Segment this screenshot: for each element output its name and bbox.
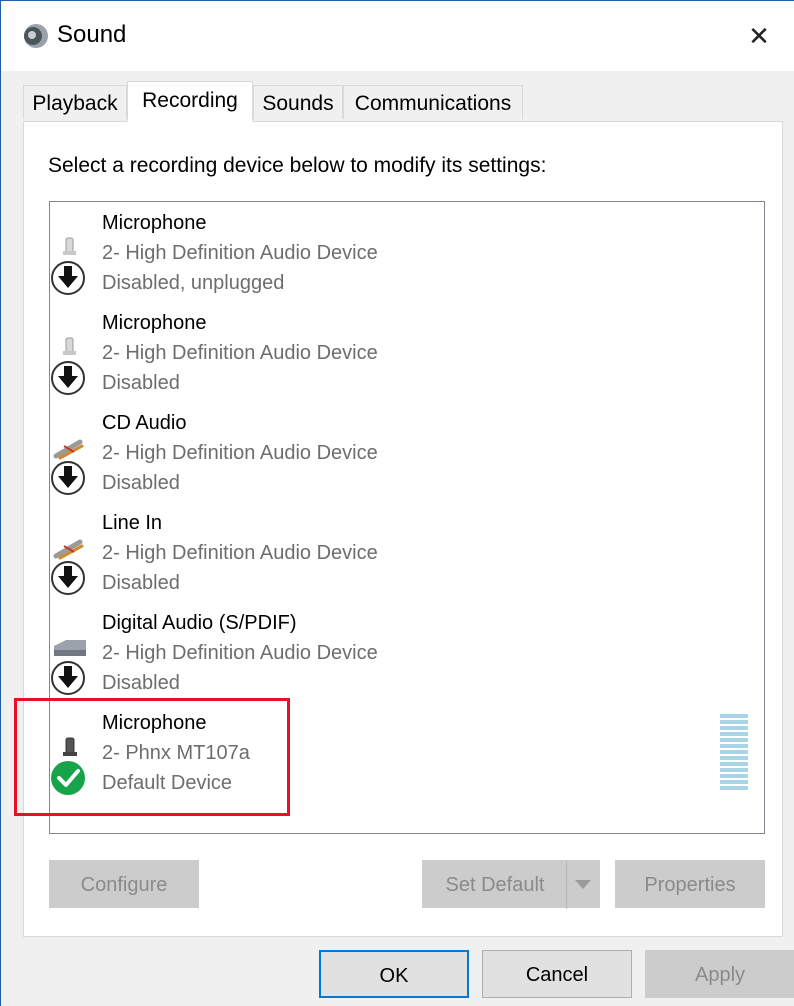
apply-button[interactable]: Apply — [645, 950, 794, 998]
device-item[interactable]: Microphone 2- High Definition Audio Devi… — [50, 302, 764, 402]
tab-communications[interactable]: Communications — [343, 85, 523, 119]
device-driver: 2- High Definition Audio Device — [102, 642, 378, 664]
close-icon: ✕ — [748, 20, 770, 51]
device-name: Digital Audio (S/PDIF) — [102, 612, 297, 634]
dropdown-arrow-icon[interactable] — [566, 861, 599, 909]
disabled-arrow-icon — [51, 561, 85, 595]
microphone-icon — [51, 237, 85, 295]
tab-sounds[interactable]: Sounds — [253, 85, 343, 119]
device-item[interactable]: Digital Audio (S/PDIF) 2- High Definitio… — [50, 602, 764, 702]
window-title: Sound — [57, 21, 127, 48]
device-driver: 2- High Definition Audio Device — [102, 242, 378, 264]
sound-dialog: Sound ✕ Playback Recording Sounds Commun… — [0, 0, 794, 1006]
properties-button[interactable]: Properties — [615, 860, 765, 908]
device-item[interactable]: Line In 2- High Definition Audio Device … — [50, 502, 764, 602]
device-driver: 2- High Definition Audio Device — [102, 542, 378, 564]
digital-port-icon — [51, 640, 86, 695]
device-driver: 2- High Definition Audio Device — [102, 442, 378, 464]
ok-button[interactable]: OK — [319, 950, 469, 998]
device-status: Disabled — [102, 572, 180, 594]
disabled-arrow-icon — [51, 461, 85, 495]
device-status: Disabled — [102, 672, 180, 694]
disabled-arrow-icon — [51, 661, 85, 695]
set-default-button[interactable]: Set Default — [422, 860, 600, 909]
device-name: CD Audio — [102, 412, 187, 434]
microphone-icon — [51, 337, 85, 395]
instruction-text: Select a recording device below to modif… — [48, 154, 547, 177]
title-bar: Sound ✕ — [1, 1, 794, 71]
cable-plug-icon — [51, 539, 85, 595]
device-name: Microphone — [102, 212, 207, 234]
device-item[interactable]: Microphone 2- High Definition Audio Devi… — [50, 202, 764, 302]
disabled-arrow-icon — [51, 361, 85, 395]
tab-playback[interactable]: Playback — [23, 85, 127, 119]
device-driver: 2- High Definition Audio Device — [102, 342, 378, 364]
configure-button[interactable]: Configure — [49, 860, 199, 908]
device-name: Microphone — [102, 312, 207, 334]
highlight-box — [14, 698, 290, 816]
cable-plug-icon — [51, 439, 85, 495]
disabled-arrow-icon — [51, 261, 85, 295]
tab-strip: Playback Recording Sounds Communications — [23, 81, 783, 122]
set-default-label: Set Default — [445, 874, 545, 896]
speaker-icon — [24, 24, 48, 48]
device-status: Disabled — [102, 372, 180, 394]
level-meter — [720, 714, 748, 790]
cancel-button[interactable]: Cancel — [482, 950, 632, 998]
close-button[interactable]: ✕ — [724, 1, 794, 71]
device-status: Disabled — [102, 472, 180, 494]
device-item[interactable]: CD Audio 2- High Definition Audio Device… — [50, 402, 764, 502]
device-name: Line In — [102, 512, 163, 534]
device-status: Disabled, unplugged — [102, 272, 285, 294]
tab-recording[interactable]: Recording — [127, 81, 253, 122]
